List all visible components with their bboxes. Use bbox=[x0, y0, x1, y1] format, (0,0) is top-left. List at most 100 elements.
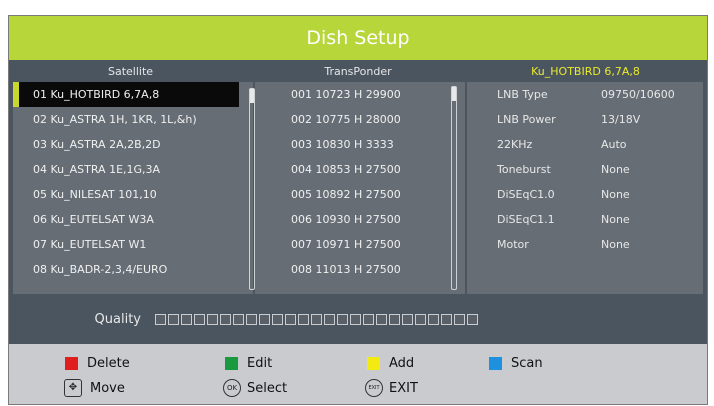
green-key-icon bbox=[225, 357, 238, 370]
quality-segment bbox=[350, 313, 361, 325]
edit-label: Edit bbox=[247, 356, 273, 371]
quality-segment bbox=[454, 313, 465, 325]
lnb-power-row[interactable]: LNB Power 13/18V bbox=[467, 107, 703, 132]
dpad-icon: ✥ bbox=[64, 379, 82, 397]
transponder-scrollbar[interactable] bbox=[451, 86, 457, 290]
transponder-list: 001 10723 H 29900 002 10775 H 28000 003 … bbox=[255, 82, 465, 294]
delete-label: Delete bbox=[87, 356, 130, 371]
quality-segment bbox=[259, 313, 270, 325]
edit-key[interactable]: Edit bbox=[225, 356, 272, 371]
setting-label: LNB Power bbox=[497, 113, 556, 126]
satellite-item[interactable]: 03 Ku_ASTRA 2A,2B,2D bbox=[13, 132, 253, 157]
move-label: Move bbox=[90, 380, 125, 396]
satellite-list: 01 Ku_HOTBIRD 6,7A,8 02 Ku_ASTRA 1H, 1KR… bbox=[13, 82, 255, 294]
blue-key-icon bbox=[489, 357, 502, 370]
22khz-row[interactable]: 22KHz Auto bbox=[467, 132, 703, 157]
quality-segment bbox=[376, 313, 387, 325]
satellite-item[interactable]: 06 Ku_EUTELSAT W3A bbox=[13, 207, 253, 232]
quality-segment bbox=[194, 313, 205, 325]
setting-label: Toneburst bbox=[497, 163, 551, 176]
delete-key[interactable]: Delete bbox=[65, 356, 130, 371]
transponder-item[interactable]: 004 10853 H 27500 bbox=[255, 157, 465, 182]
quality-segment bbox=[324, 313, 335, 325]
quality-segment bbox=[415, 313, 426, 325]
move-key[interactable]: ✥ Move bbox=[64, 379, 125, 397]
quality-segment bbox=[389, 313, 400, 325]
setting-value: None bbox=[601, 238, 630, 251]
quality-segment bbox=[233, 313, 244, 325]
transponder-item[interactable]: 008 11013 H 27500 bbox=[255, 257, 465, 282]
quality-label: Quality bbox=[94, 311, 141, 327]
exit-key[interactable]: EXIT EXIT bbox=[365, 379, 418, 397]
quality-segment bbox=[181, 313, 192, 325]
yellow-key-icon bbox=[367, 357, 380, 370]
quality-segment bbox=[168, 313, 179, 325]
scan-label: Scan bbox=[511, 356, 543, 371]
select-label: Select bbox=[247, 380, 288, 396]
exit-button-icon: EXIT bbox=[365, 379, 383, 397]
setting-value: 09750/10600 bbox=[601, 88, 675, 101]
transponder-item[interactable]: 003 10830 H 3333 bbox=[255, 132, 465, 157]
transponder-item[interactable]: 005 10892 H 27500 bbox=[255, 182, 465, 207]
quality-segment bbox=[285, 313, 296, 325]
quality-segment bbox=[363, 313, 374, 325]
motor-row[interactable]: Motor None bbox=[467, 232, 703, 257]
setting-label: LNB Type bbox=[497, 88, 548, 101]
key-legend: Delete Edit Add Scan ✥ Move OK Select EXIT… bbox=[9, 344, 707, 404]
quality-segment bbox=[155, 313, 166, 325]
satellite-item[interactable]: 07 Ku_EUTELSAT W1 bbox=[13, 232, 253, 257]
setting-value: None bbox=[601, 213, 630, 226]
satellite-item[interactable]: 01 Ku_HOTBIRD 6,7A,8 bbox=[13, 82, 239, 107]
quality-segment bbox=[298, 313, 309, 325]
transponder-item[interactable]: 006 10930 H 27500 bbox=[255, 207, 465, 232]
quality-meter bbox=[155, 313, 478, 325]
diseqc10-row[interactable]: DiSEqC1.0 None bbox=[467, 182, 703, 207]
satellite-label: 01 Ku_HOTBIRD 6,7A,8 bbox=[33, 88, 160, 101]
satellite-item[interactable]: 05 Ku_NILESAT 101,10 bbox=[13, 182, 253, 207]
satellite-item[interactable]: 08 Ku_BADR-2,3,4/EURO bbox=[13, 257, 253, 282]
add-key[interactable]: Add bbox=[367, 356, 414, 371]
quality-segment bbox=[272, 313, 283, 325]
page-title: Dish Setup bbox=[9, 16, 707, 60]
quality-segment bbox=[220, 313, 231, 325]
add-label: Add bbox=[389, 356, 415, 371]
quality-segment bbox=[467, 313, 478, 325]
ok-button-icon: OK bbox=[223, 379, 241, 397]
quality-segment bbox=[402, 313, 413, 325]
transponder-header: TransPonder bbox=[324, 65, 392, 78]
quality-segment bbox=[311, 313, 322, 325]
transponder-item[interactable]: 002 10775 H 28000 bbox=[255, 107, 465, 132]
scan-key[interactable]: Scan bbox=[489, 356, 543, 371]
quality-segment bbox=[337, 313, 348, 325]
setting-value: None bbox=[601, 188, 630, 201]
selected-satellite-header: Ku_HOTBIRD 6,7A,8 bbox=[531, 65, 640, 78]
transponder-item[interactable]: 001 10723 H 29900 bbox=[255, 82, 465, 107]
satellite-item[interactable]: 02 Ku_ASTRA 1H, 1KR, 1L,&h) bbox=[13, 107, 253, 132]
red-key-icon bbox=[65, 357, 78, 370]
quality-row: Quality bbox=[9, 300, 707, 338]
column-headers: Satellite TransPonder Ku_HOTBIRD 6,7A,8 bbox=[9, 64, 707, 80]
lnb-type-row[interactable]: LNB Type 09750/10600 bbox=[467, 82, 703, 107]
transponder-item[interactable]: 007 10971 H 27500 bbox=[255, 232, 465, 257]
setting-value: Auto bbox=[601, 138, 627, 151]
lnb-settings-panel: LNB Type 09750/10600 LNB Power 13/18V 22KH… bbox=[467, 82, 703, 294]
satellite-item[interactable]: 04 Ku_ASTRA 1E,1G,3A bbox=[13, 157, 253, 182]
quality-segment bbox=[246, 313, 257, 325]
quality-segment bbox=[207, 313, 218, 325]
dish-setup-window: Dish Setup Satellite TransPonder Ku_HOTB… bbox=[8, 15, 708, 405]
toneburst-row[interactable]: Toneburst None bbox=[467, 157, 703, 182]
setting-label: Motor bbox=[497, 238, 529, 251]
quality-segment bbox=[441, 313, 452, 325]
setting-label: DiSEqC1.0 bbox=[497, 188, 555, 201]
setting-value: 13/18V bbox=[601, 113, 641, 126]
diseqc11-row[interactable]: DiSEqC1.1 None bbox=[467, 207, 703, 232]
setting-label: DiSEqC1.1 bbox=[497, 213, 555, 226]
setting-value: None bbox=[601, 163, 630, 176]
setting-label: 22KHz bbox=[497, 138, 533, 151]
satellite-header: Satellite bbox=[107, 65, 154, 78]
select-key[interactable]: OK Select bbox=[223, 379, 287, 397]
selection-marker bbox=[13, 82, 19, 107]
quality-segment bbox=[428, 313, 439, 325]
scrollbar-thumb[interactable] bbox=[452, 87, 456, 101]
scrollbar-thumb[interactable] bbox=[250, 89, 254, 103]
